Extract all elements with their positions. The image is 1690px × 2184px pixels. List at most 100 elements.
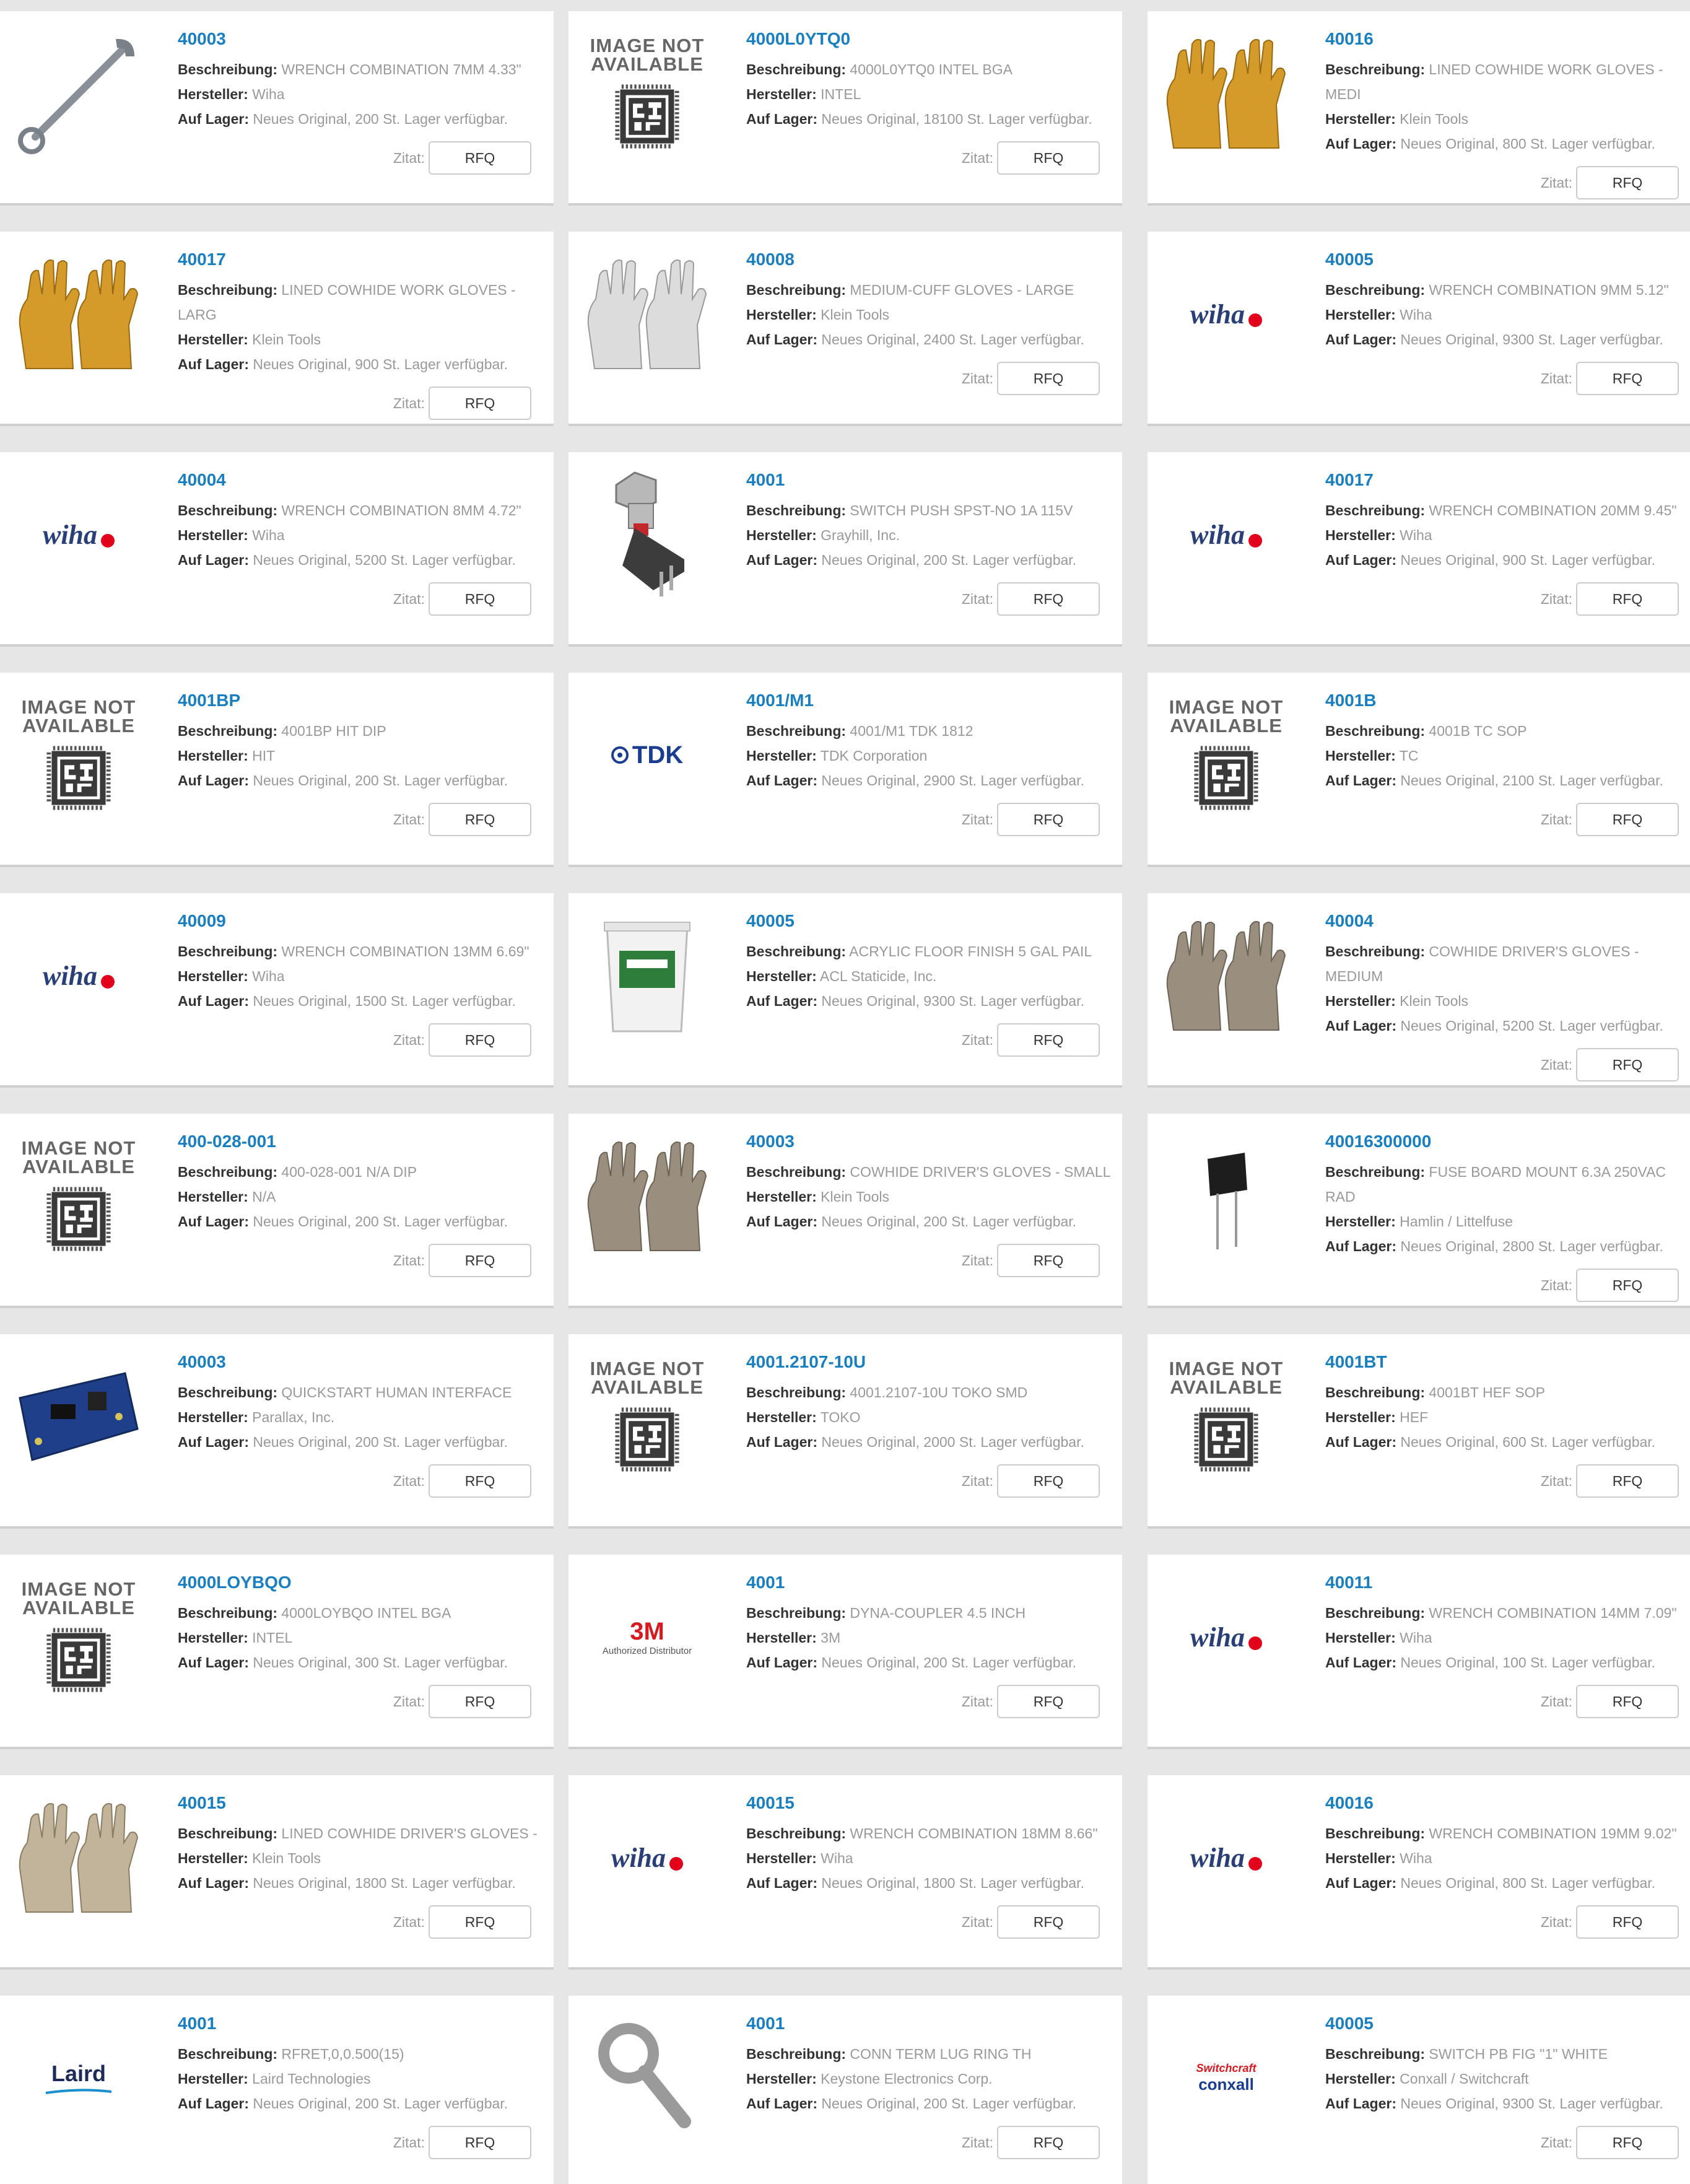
part-number-link[interactable]: 4001 — [178, 2013, 549, 2034]
product-thumbnail[interactable] — [9, 244, 149, 384]
rfq-button[interactable]: RFQ — [1576, 1905, 1679, 1939]
quote-label: Zitat: — [1540, 174, 1572, 191]
part-number-link[interactable]: 4001BT — [1325, 1352, 1690, 1373]
part-number-link[interactable]: 40009 — [178, 911, 549, 932]
part-number-link[interactable]: 40017 — [1325, 470, 1690, 491]
part-number-link[interactable]: 40017 — [178, 249, 549, 270]
product-thumbnail[interactable]: IMAGE NOT AVAILABLE — [9, 1126, 149, 1266]
product-thumbnail[interactable] — [9, 1347, 149, 1487]
rfq-button[interactable]: RFQ — [997, 1905, 1100, 1939]
part-number-link[interactable]: 4001 — [746, 470, 1118, 491]
laird-swoosh-icon — [45, 2089, 112, 2094]
part-number-link[interactable]: 40005 — [1325, 249, 1690, 270]
product-thumbnail[interactable]: wiha — [1156, 1788, 1296, 1928]
part-number-link[interactable]: 4001/M1 — [746, 690, 1118, 711]
product-thumbnail[interactable] — [577, 244, 717, 384]
rfq-button[interactable]: RFQ — [997, 1023, 1100, 1057]
product-thumbnail[interactable]: wiha — [1156, 1567, 1296, 1707]
product-thumbnail[interactable] — [1156, 1126, 1296, 1266]
stock-row: Auf Lager: Neues Original, 900 St. Lager… — [1325, 548, 1690, 572]
product-thumbnail[interactable]: IMAGE NOT AVAILABLE — [577, 24, 717, 164]
product-thumbnail[interactable]: Laird — [9, 2008, 149, 2148]
product-thumbnail[interactable] — [9, 1788, 149, 1928]
rfq-button[interactable]: RFQ — [997, 1464, 1100, 1498]
rfq-button[interactable]: RFQ — [1576, 803, 1679, 836]
manufacturer-label: Hersteller: — [1325, 1630, 1396, 1646]
part-number-link[interactable]: 40016 — [1325, 28, 1690, 50]
rfq-button[interactable]: RFQ — [429, 141, 531, 175]
rfq-button[interactable]: RFQ — [997, 1685, 1100, 1718]
image-not-available-placeholder: IMAGE NOT AVAILABLE — [22, 697, 136, 812]
part-number-link[interactable]: 4000LOYBQO — [178, 1572, 549, 1593]
image-not-available-placeholder: IMAGE NOT AVAILABLE — [22, 1138, 136, 1253]
stock-value: Neues Original, 900 St. Lager verfügbar. — [1400, 552, 1656, 568]
rfq-button[interactable]: RFQ — [1576, 1048, 1679, 1081]
rfq-button[interactable]: RFQ — [1576, 1685, 1679, 1718]
rfq-button[interactable]: RFQ — [1576, 582, 1679, 616]
product-thumbnail[interactable]: Switchcraft conxall — [1156, 2008, 1296, 2148]
rfq-button[interactable]: RFQ — [997, 362, 1100, 395]
part-number-link[interactable]: 40003 — [746, 1131, 1118, 1152]
product-thumbnail[interactable] — [9, 24, 149, 164]
part-number-link[interactable]: 40003 — [178, 28, 549, 50]
part-number-link[interactable]: 4001BP — [178, 690, 549, 711]
product-thumbnail[interactable]: IMAGE NOT AVAILABLE — [9, 685, 149, 825]
product-thumbnail[interactable]: TDK — [577, 685, 717, 825]
rfq-button[interactable]: RFQ — [429, 803, 531, 836]
part-number-link[interactable]: 40003 — [178, 1352, 549, 1373]
rfq-button[interactable]: RFQ — [429, 1244, 531, 1277]
product-thumbnail[interactable]: 3M Authorized Distributor — [577, 1567, 717, 1707]
product-thumbnail[interactable] — [577, 1126, 717, 1266]
wrench-image — [18, 38, 134, 154]
rfq-button[interactable]: RFQ — [997, 141, 1100, 175]
rfq-button[interactable]: RFQ — [429, 1905, 531, 1939]
rfq-button[interactable]: RFQ — [997, 1244, 1100, 1277]
part-number-link[interactable]: 40015 — [746, 1793, 1118, 1814]
rfq-button[interactable]: RFQ — [1576, 1269, 1679, 1302]
part-number-link[interactable]: 4001 — [746, 1572, 1118, 1593]
product-thumbnail[interactable]: wiha — [577, 1788, 717, 1928]
product-thumbnail[interactable]: wiha — [9, 906, 149, 1046]
rfq-button[interactable]: RFQ — [429, 582, 531, 616]
rfq-button[interactable]: RFQ — [429, 1685, 531, 1718]
part-number-link[interactable]: 40004 — [178, 470, 549, 491]
rfq-button[interactable]: RFQ — [429, 2126, 531, 2159]
part-number-link[interactable]: 40005 — [1325, 2013, 1690, 2034]
rfq-button[interactable]: RFQ — [997, 803, 1100, 836]
stock-row: Auf Lager: Neues Original, 200 St. Lager… — [178, 2091, 549, 2116]
product-thumbnail[interactable]: IMAGE NOT AVAILABLE — [9, 1567, 149, 1707]
part-number-link[interactable]: 40016 — [1325, 1793, 1690, 1814]
product-thumbnail[interactable] — [577, 2008, 717, 2148]
product-thumbnail[interactable] — [577, 465, 717, 605]
rfq-button[interactable]: RFQ — [1576, 2126, 1679, 2159]
part-number-link[interactable]: 40011 — [1325, 1572, 1690, 1593]
product-thumbnail[interactable]: wiha — [1156, 244, 1296, 384]
product-thumbnail[interactable] — [1156, 906, 1296, 1046]
rfq-button[interactable]: RFQ — [429, 1023, 531, 1057]
part-number-link[interactable]: 40015 — [178, 1793, 549, 1814]
part-number-link[interactable]: 4001B — [1325, 690, 1690, 711]
rfq-button[interactable]: RFQ — [997, 582, 1100, 616]
rfq-button[interactable]: RFQ — [429, 1464, 531, 1498]
part-number-link[interactable]: 4000L0YTQ0 — [746, 28, 1118, 50]
rfq-button[interactable]: RFQ — [429, 387, 531, 420]
product-thumbnail[interactable]: IMAGE NOT AVAILABLE — [1156, 1347, 1296, 1487]
part-number-link[interactable]: 400-028-001 — [178, 1131, 549, 1152]
product-thumbnail[interactable] — [1156, 24, 1296, 164]
part-number-link[interactable]: 4001.2107-10U — [746, 1352, 1118, 1373]
rfq-button[interactable]: RFQ — [1576, 1464, 1679, 1498]
part-number-link[interactable]: 40016300000 — [1325, 1131, 1690, 1152]
product-thumbnail[interactable] — [577, 906, 717, 1046]
product-thumbnail[interactable]: IMAGE NOT AVAILABLE — [1156, 685, 1296, 825]
part-number-link[interactable]: 40004 — [1325, 911, 1690, 932]
product-thumbnail[interactable]: wiha — [1156, 465, 1296, 605]
part-number-link[interactable]: 40005 — [746, 911, 1118, 932]
product-thumbnail[interactable]: wiha — [9, 465, 149, 605]
rfq-button[interactable]: RFQ — [1576, 166, 1679, 199]
quote-label: Zitat: — [961, 811, 993, 828]
product-thumbnail[interactable]: IMAGE NOT AVAILABLE — [577, 1347, 717, 1487]
rfq-button[interactable]: RFQ — [997, 2126, 1100, 2159]
part-number-link[interactable]: 4001 — [746, 2013, 1118, 2034]
part-number-link[interactable]: 40008 — [746, 249, 1118, 270]
rfq-button[interactable]: RFQ — [1576, 362, 1679, 395]
